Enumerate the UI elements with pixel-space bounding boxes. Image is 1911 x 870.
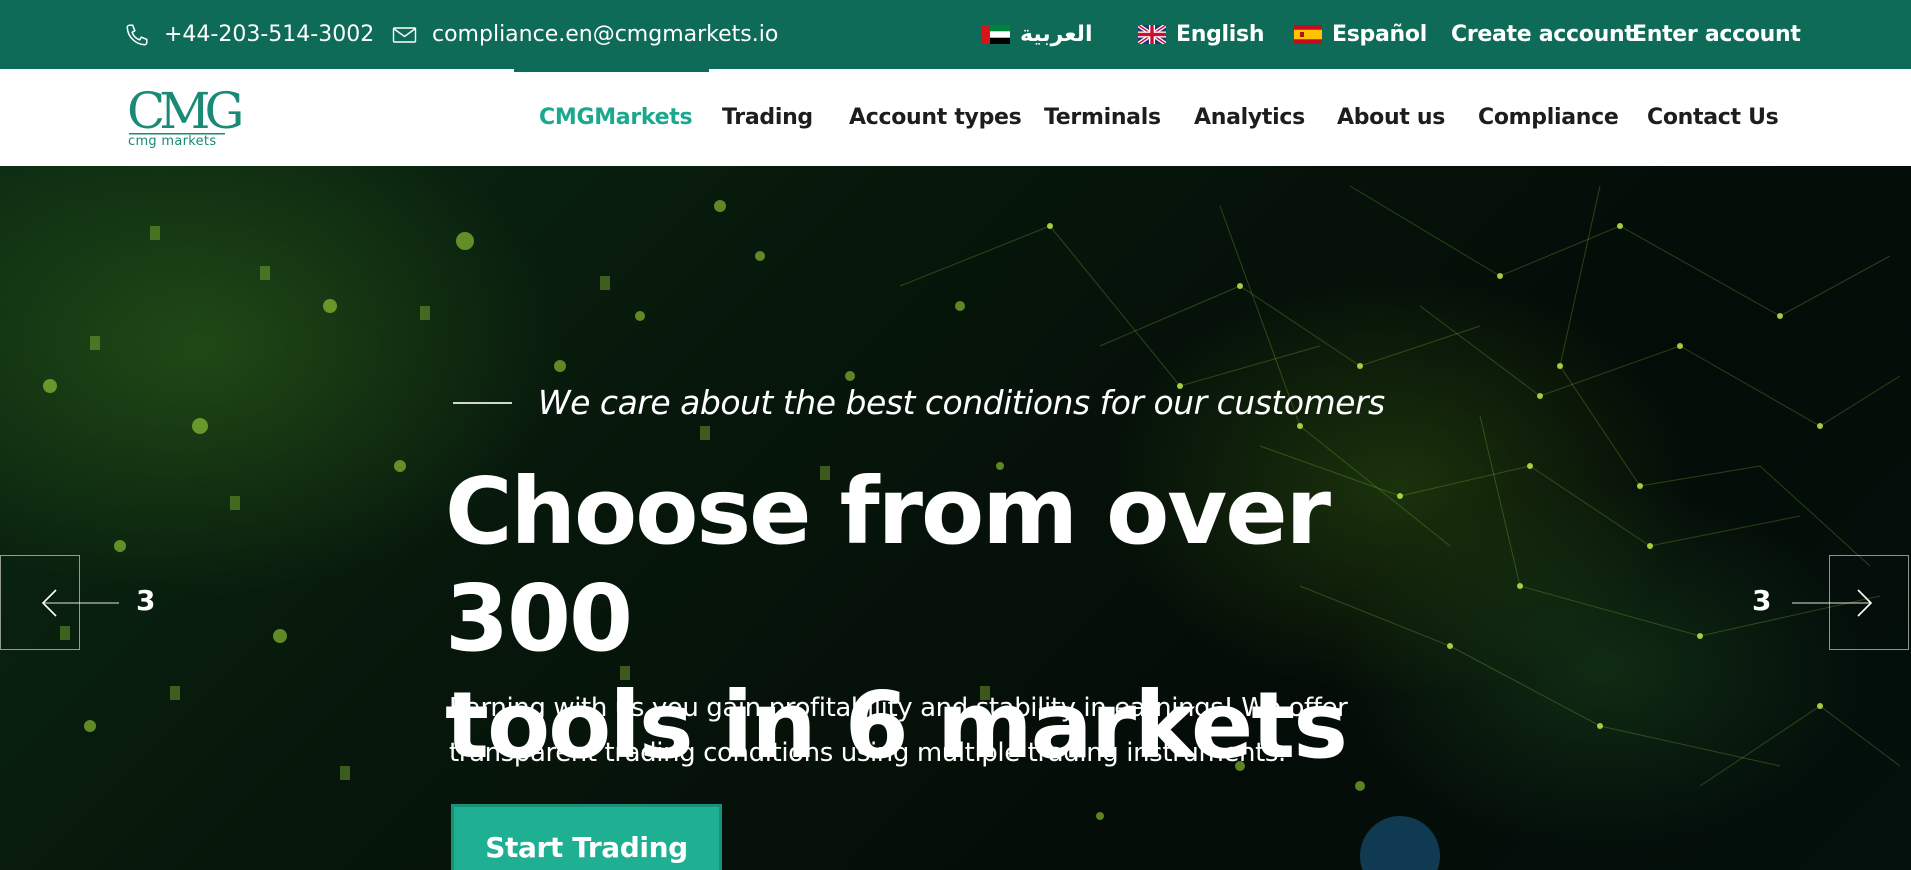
nav-account-types[interactable]: Account types [849, 69, 1022, 166]
nav-contact-us[interactable]: Contact Us [1647, 69, 1779, 166]
lang-arabic[interactable]: العربية [982, 0, 1093, 69]
lang-arabic-label: العربية [1020, 22, 1093, 47]
next-slide-number: 3 [1752, 584, 1772, 617]
prev-slide-button[interactable] [0, 555, 119, 650]
next-slide-button[interactable] [1792, 555, 1909, 650]
uae-flag-icon [982, 25, 1010, 44]
phone-number: +44-203-514-3002 [164, 22, 375, 47]
create-account-link[interactable]: Create account [1451, 0, 1635, 69]
arrow-left-icon [41, 589, 119, 617]
phone-icon [126, 23, 148, 46]
logo-subtitle: cmg markets [128, 134, 217, 149]
tagline-dash [453, 402, 512, 404]
envelope-icon [392, 26, 417, 43]
nav-analytics[interactable]: Analytics [1194, 69, 1305, 166]
lang-spanish-label: Español [1332, 22, 1427, 47]
hero-slider: We care about the best conditions for ou… [0, 166, 1911, 870]
top-bar: +44-203-514-3002 compliance.en@cmgmarket… [0, 0, 1911, 69]
email-address: compliance.en@cmgmarkets.io [432, 22, 779, 47]
nav-compliance[interactable]: Compliance [1478, 69, 1619, 166]
nav-trading[interactable]: Trading [722, 69, 813, 166]
hero-title-line-1: Choose from over 300 [445, 458, 1331, 672]
arrow-right-icon [1792, 589, 1873, 617]
hero-description-line-1: Earning with us you gain profitability a… [449, 693, 1348, 723]
lang-english[interactable]: English [1138, 0, 1264, 69]
hero-description-line-2: transparent trading conditions using mul… [449, 738, 1286, 768]
hero-description: Earning with us you gain profitability a… [449, 686, 1399, 776]
enter-account-link[interactable]: Enter account [1632, 0, 1801, 69]
start-trading-button[interactable]: Start Trading [451, 804, 722, 870]
nav-about-us[interactable]: About us [1337, 69, 1445, 166]
phone-contact[interactable]: +44-203-514-3002 [124, 0, 374, 69]
lang-english-label: English [1176, 22, 1265, 47]
logo[interactable]: CMG cmg markets [127, 82, 244, 153]
uk-flag-icon [1138, 25, 1166, 44]
nav-cmgmarkets[interactable]: CMGMarkets [539, 69, 693, 166]
nav-terminals[interactable]: Terminals [1044, 69, 1161, 166]
spain-flag-icon [1294, 25, 1322, 44]
lang-spanish[interactable]: Español [1294, 0, 1427, 69]
email-contact[interactable]: compliance.en@cmgmarkets.io [392, 0, 778, 69]
prev-slide-number: 3 [136, 584, 156, 617]
hero-tagline: We care about the best conditions for ou… [538, 383, 1385, 422]
logo-letters: CMG [127, 82, 244, 140]
